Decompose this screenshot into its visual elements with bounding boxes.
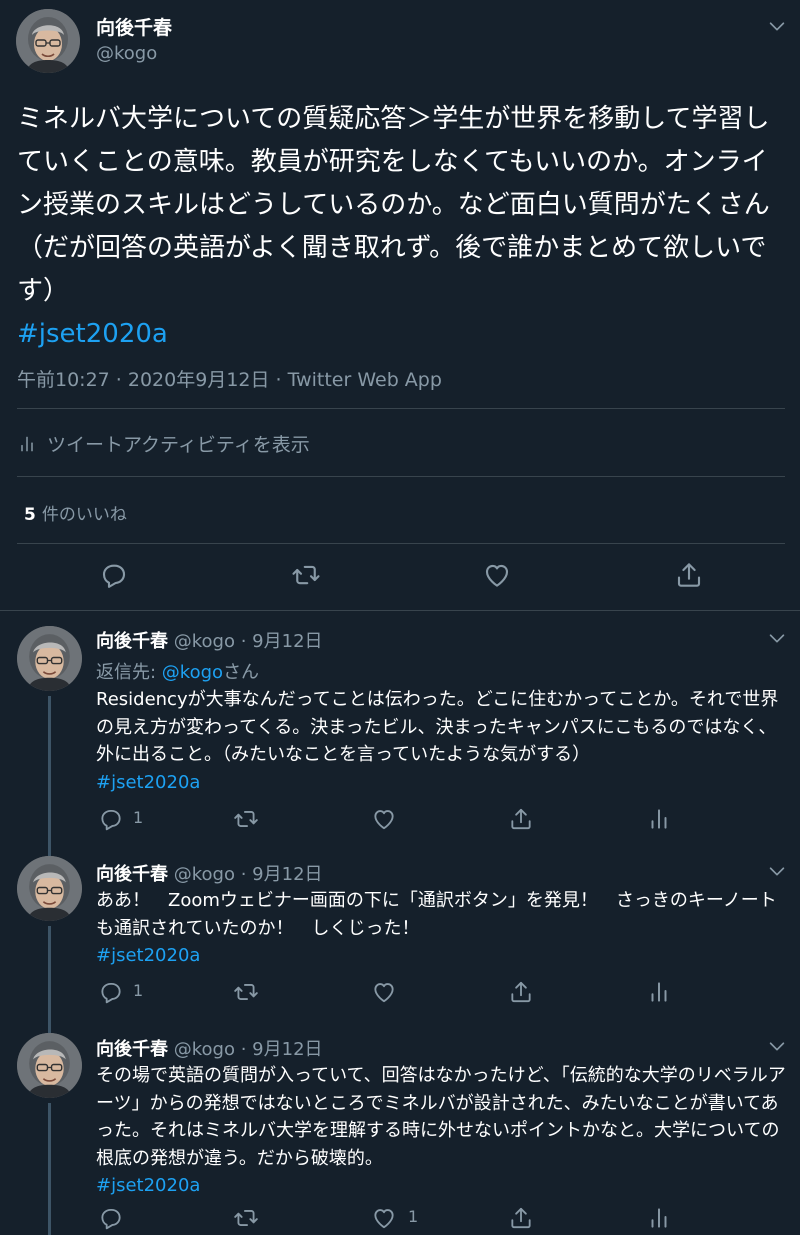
tweet-body: ミネルバ大学についての質疑応答＞学生が世界を移動して学習していくことの意味。教員…	[17, 104, 770, 306]
reply-icon[interactable]	[98, 1205, 124, 1231]
tweet-meta[interactable]: 午前10:27 · 2020年9月12日 · Twitter Web App	[17, 365, 442, 392]
author-name[interactable]: 向後千春	[96, 864, 168, 885]
author-handle[interactable]: @kogo	[96, 43, 157, 64]
hashtag-link[interactable]: #jset2020a	[96, 945, 200, 966]
avatar[interactable]	[17, 856, 82, 921]
avatar[interactable]	[16, 9, 80, 73]
reply-to: 返信先: @kogoさん	[96, 658, 259, 684]
stats-icon[interactable]	[646, 806, 672, 832]
author-handle[interactable]: @kogo	[174, 631, 235, 652]
hashtag-link[interactable]: #jset2020a	[96, 1175, 200, 1196]
tweet-text: ミネルバ大学についての質疑応答＞学生が世界を移動して学習していくことの意味。教員…	[17, 98, 785, 356]
avatar[interactable]	[17, 626, 82, 691]
reply-icon[interactable]	[98, 979, 124, 1005]
tweet-actions	[0, 560, 800, 596]
hashtag-link[interactable]: #jset2020a	[96, 772, 200, 793]
retweet-icon[interactable]	[291, 560, 321, 590]
separator: ·	[240, 864, 247, 885]
author-handle[interactable]: @kogo	[174, 1039, 235, 1060]
like-icon[interactable]	[371, 806, 397, 832]
chevron-down-icon[interactable]	[766, 627, 788, 649]
reply-icon[interactable]	[99, 560, 129, 590]
reply-header: 向後千春 @kogo · 9月12日	[96, 1035, 323, 1061]
reply-to-handle[interactable]: @kogo	[162, 662, 223, 683]
chevron-down-icon[interactable]	[766, 1035, 788, 1057]
tweet-body: Residencyが大事なんだってことは伝わった。どこに住むかってことか。それで…	[96, 689, 779, 765]
like-icon[interactable]	[482, 560, 512, 590]
author-name[interactable]: 向後千春	[96, 1039, 168, 1060]
hashtag-link[interactable]: #jset2020a	[17, 319, 168, 349]
share-icon[interactable]	[508, 806, 534, 832]
tweet-date[interactable]: 9月12日	[252, 1039, 322, 1060]
divider	[17, 476, 785, 477]
avatar[interactable]	[17, 1033, 82, 1098]
share-icon[interactable]	[508, 1205, 534, 1231]
main-tweet: 向後千春 @kogo ミネルバ大学についての質疑応答＞学生が世界を移動して学習し…	[0, 0, 800, 610]
share-icon[interactable]	[674, 560, 704, 590]
author-name[interactable]: 向後千春	[96, 631, 168, 652]
tweet-actions: 1	[0, 1205, 800, 1235]
stats-icon[interactable]	[646, 1205, 672, 1231]
chevron-down-icon[interactable]	[766, 15, 788, 37]
chevron-down-icon[interactable]	[766, 860, 788, 882]
retweet-icon[interactable]	[233, 806, 259, 832]
reply-tweet[interactable]: 向後千春 @kogo · 9月12日 ああ！ Zoomウェビナー画面の下に「通訳…	[0, 840, 800, 1036]
like-icon[interactable]	[371, 1205, 397, 1231]
reply-count: 1	[133, 808, 144, 827]
like-count: 1	[408, 1207, 419, 1226]
reply-to-prefix: 返信先:	[96, 662, 162, 683]
reply-tweet[interactable]: 向後千春 @kogo · 9月12日 その場で英語の質問が入っていて、回答はなか…	[0, 1020, 800, 1235]
tweet-actions: 1	[0, 806, 800, 836]
retweet-icon[interactable]	[233, 1205, 259, 1231]
divider	[17, 408, 785, 409]
tweet-body: その場で英語の質問が入っていて、回答はなかったけど、「伝統的な大学のリベラルアー…	[96, 1065, 786, 1169]
tweet-activity-link[interactable]: ツイートアクティビティを表示	[17, 430, 310, 457]
likes-label: 件のいいね	[41, 505, 127, 525]
tweet-actions: 1	[0, 979, 800, 1009]
stats-icon[interactable]	[646, 979, 672, 1005]
tweet-date[interactable]: 9月12日	[252, 864, 322, 885]
likes-count-link[interactable]: 5 件のいいね	[24, 500, 127, 525]
tweet-activity-label: ツイートアクティビティを表示	[47, 434, 310, 456]
reply-to-suffix: さん	[223, 662, 260, 683]
reply-header: 向後千春 @kogo · 9月12日	[96, 860, 323, 886]
reply-icon[interactable]	[98, 806, 124, 832]
tweet-text: ああ！ Zoomウェビナー画面の下に「通訳ボタン」を発見！ さっきのキーノートも…	[96, 887, 786, 970]
reply-tweet[interactable]: 向後千春 @kogo · 9月12日 返信先: @kogoさん Residenc…	[0, 610, 800, 856]
likes-count: 5	[24, 505, 36, 525]
reply-header: 向後千春 @kogo · 9月12日	[96, 627, 323, 653]
tweet-text: Residencyが大事なんだってことは伝わった。どこに住むかってことか。それで…	[96, 686, 786, 796]
stats-icon	[17, 434, 37, 454]
separator: ·	[240, 631, 247, 652]
separator: ·	[240, 1039, 247, 1060]
tweet-text: その場で英語の質問が入っていて、回答はなかったけど、「伝統的な大学のリベラルアー…	[96, 1062, 786, 1200]
tweet-date[interactable]: 9月12日	[252, 631, 322, 652]
divider	[17, 543, 785, 544]
share-icon[interactable]	[508, 979, 534, 1005]
author-handle[interactable]: @kogo	[174, 864, 235, 885]
author-name[interactable]: 向後千春	[96, 13, 172, 40]
tweet-body: ああ！ Zoomウェビナー画面の下に「通訳ボタン」を発見！ さっきのキーノートも…	[96, 890, 777, 939]
like-icon[interactable]	[371, 979, 397, 1005]
reply-count: 1	[133, 981, 144, 1000]
retweet-icon[interactable]	[233, 979, 259, 1005]
